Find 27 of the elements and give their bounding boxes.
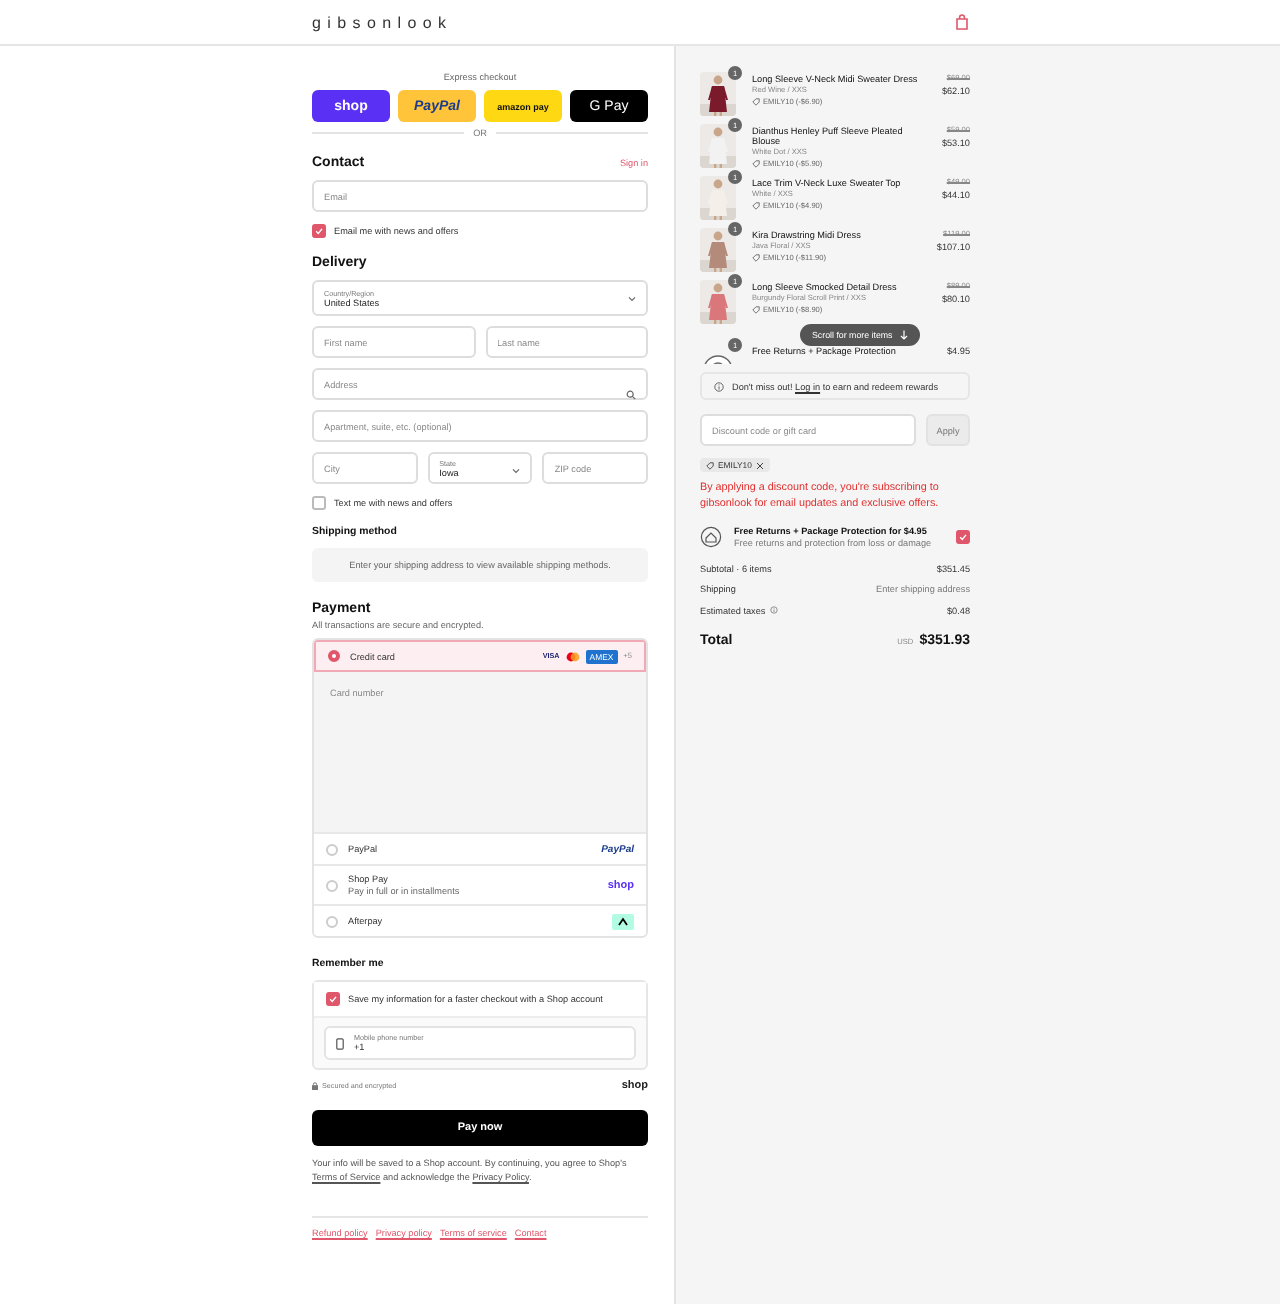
store-logo[interactable]: gibsonlook — [312, 13, 453, 31]
checkbox[interactable] — [956, 529, 970, 544]
radio-button[interactable] — [328, 650, 340, 662]
chevron-down-icon — [628, 296, 636, 302]
tag-icon — [706, 461, 714, 469]
tag-icon — [752, 201, 760, 210]
search-icon — [626, 389, 636, 399]
checkbox[interactable] — [312, 496, 326, 510]
lock-icon — [312, 1082, 318, 1090]
checkbox[interactable] — [326, 992, 340, 1006]
tag-icon — [752, 97, 760, 106]
shopping-bag-icon[interactable] — [954, 14, 970, 30]
radio-button[interactable] — [326, 879, 338, 891]
info-icon — [769, 606, 778, 615]
chevron-down-icon — [512, 468, 521, 474]
close-icon[interactable] — [755, 461, 764, 469]
checkbox[interactable] — [312, 224, 326, 238]
tag-icon — [752, 305, 760, 314]
phone-icon — [336, 1037, 344, 1049]
radio-button[interactable] — [326, 915, 338, 927]
tag-icon — [752, 253, 760, 262]
arrow-down-icon — [900, 330, 909, 340]
info-icon — [714, 381, 724, 391]
mastercard-logo — [565, 651, 580, 661]
tag-icon — [752, 159, 760, 168]
radio-button[interactable] — [326, 843, 338, 855]
afterpay-logo — [612, 913, 634, 929]
